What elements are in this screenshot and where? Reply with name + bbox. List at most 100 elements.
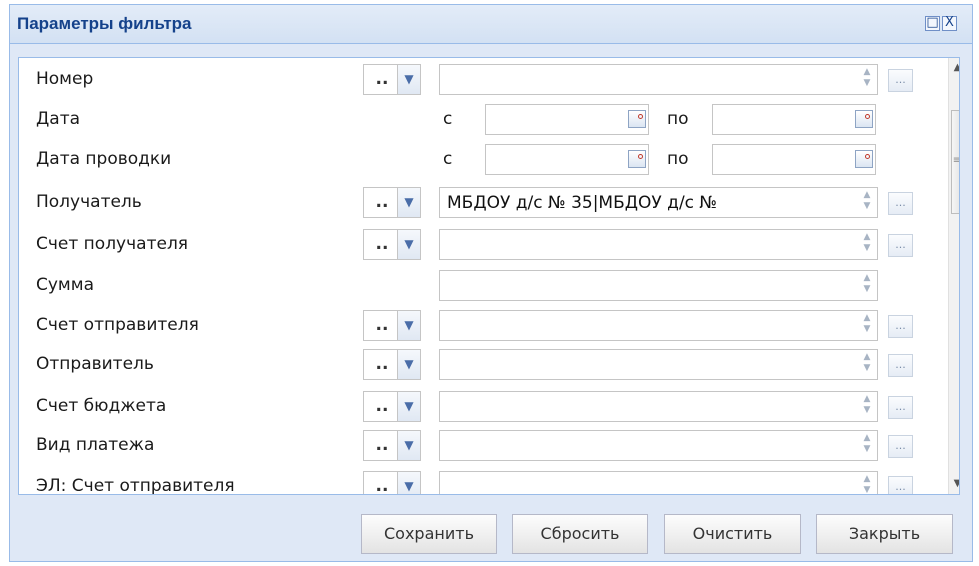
calendar-icon[interactable] (628, 150, 646, 168)
scroll-up-icon[interactable]: ▲ (949, 58, 959, 78)
spinner-down-icon[interactable]: ▼ (860, 201, 874, 212)
spinner-down-icon[interactable]: ▼ (860, 78, 874, 89)
operator-select[interactable]: .. ▼ (363, 229, 421, 260)
operator-select[interactable]: .. ▼ (363, 349, 421, 380)
chevron-down-icon[interactable]: ▼ (397, 230, 420, 259)
operator-select[interactable]: .. ▼ (363, 430, 421, 461)
calendar-icon[interactable] (628, 110, 646, 128)
field-label: Отправитель (36, 354, 154, 374)
save-button[interactable]: Сохранить (361, 514, 497, 554)
to-label: по (667, 109, 689, 129)
field-row-el-sender-account: ЭЛ: Счет отправителя .. ▼ ▲ ▼ ... (19, 468, 939, 495)
spinner-up-icon[interactable]: ▲ (860, 474, 874, 485)
spinner-down-icon[interactable]: ▼ (860, 485, 874, 494)
spinner-up-icon[interactable]: ▲ (860, 394, 874, 405)
spinner-down-icon[interactable]: ▼ (860, 405, 874, 416)
field-label: Получатель (36, 192, 142, 212)
spinner[interactable]: ▲ ▼ (860, 352, 874, 377)
field-row-sender-account: Счет отправителя .. ▼ ▲ ▼ ... (19, 307, 939, 343)
chevron-down-icon[interactable]: ▼ (397, 65, 420, 94)
spinner-up-icon[interactable]: ▲ (860, 273, 874, 284)
sender-input[interactable]: ▲ ▼ (439, 349, 878, 380)
number-input[interactable]: ▲ ▼ (439, 64, 878, 95)
scroll-down-icon[interactable]: ▼ (949, 474, 959, 494)
spinner-up-icon[interactable]: ▲ (860, 190, 874, 201)
amount-input[interactable]: ▲ ▼ (439, 270, 878, 301)
field-label: Номер (36, 69, 94, 89)
date-from-input[interactable] (485, 104, 649, 135)
spinner-up-icon[interactable]: ▲ (860, 352, 874, 363)
spinner[interactable]: ▲ ▼ (860, 313, 874, 338)
spinner-down-icon[interactable]: ▼ (860, 284, 874, 295)
field-label: Сумма (36, 275, 94, 295)
chevron-down-icon[interactable]: ▼ (397, 431, 420, 460)
vertical-scrollbar[interactable]: ▲ ≡ ▼ (948, 58, 959, 494)
to-label: по (667, 149, 689, 169)
field-label: Счет отправителя (36, 315, 199, 335)
field-row-sender: Отправитель .. ▼ ▲ ▼ ... (19, 346, 939, 382)
field-label: Вид платежа (36, 435, 155, 455)
field-label: Счет получателя (36, 234, 189, 254)
field-label: Счет бюджета (36, 396, 167, 416)
sender-account-input[interactable]: ▲ ▼ (439, 310, 878, 341)
ellipsis-button[interactable]: ... (888, 354, 913, 377)
spinner[interactable]: ▲ ▼ (860, 232, 874, 257)
ellipsis-button[interactable]: ... (888, 315, 913, 338)
maximize-icon[interactable]: □ (925, 16, 940, 31)
operator-value: .. (375, 354, 389, 374)
el-sender-account-input[interactable]: ▲ ▼ (439, 471, 878, 494)
operator-select[interactable]: .. ▼ (363, 391, 421, 422)
spinner-down-icon[interactable]: ▼ (860, 243, 874, 254)
clear-button[interactable]: Очистить (664, 514, 801, 554)
close-icon[interactable]: X (942, 16, 957, 31)
spinner[interactable]: ▲ ▼ (860, 190, 874, 215)
calendar-icon[interactable] (855, 150, 873, 168)
operator-select[interactable]: .. ▼ (363, 64, 421, 95)
reset-button[interactable]: Сбросить (512, 514, 648, 554)
chevron-down-icon[interactable]: ▼ (397, 472, 420, 494)
chevron-down-icon[interactable]: ▼ (397, 188, 420, 217)
date-to-input[interactable] (712, 104, 876, 135)
posting-date-from-input[interactable] (485, 144, 649, 175)
recipient-input[interactable]: МБДОУ д/с № 35|МБДОУ д/с № ▲ ▼ (439, 187, 878, 218)
spinner-up-icon[interactable]: ▲ (860, 67, 874, 78)
chevron-down-icon[interactable]: ▼ (397, 311, 420, 340)
ellipsis-button[interactable]: ... (888, 396, 913, 419)
filter-dialog: Параметры фильтра □ X Номер .. ▼ ▲ ▼ ...… (9, 4, 973, 562)
spinner[interactable]: ▲ ▼ (860, 474, 874, 494)
ellipsis-button[interactable]: ... (888, 435, 913, 458)
ellipsis-button[interactable]: ... (888, 69, 913, 92)
spinner-down-icon[interactable]: ▼ (860, 324, 874, 335)
spinner[interactable]: ▲ ▼ (860, 433, 874, 458)
operator-value: .. (375, 69, 389, 89)
operator-select[interactable]: .. ▼ (363, 187, 421, 218)
field-row-recipient-account: Счет получателя .. ▼ ▲ ▼ ... (19, 226, 939, 262)
recipient-account-input[interactable]: ▲ ▼ (439, 229, 878, 260)
operator-select[interactable]: .. ▼ (363, 471, 421, 494)
chevron-down-icon[interactable]: ▼ (397, 350, 420, 379)
budget-account-input[interactable]: ▲ ▼ (439, 391, 878, 422)
payment-type-input[interactable]: ▲ ▼ (439, 430, 878, 461)
ellipsis-button[interactable]: ... (888, 476, 913, 494)
spinner[interactable]: ▲ ▼ (860, 273, 874, 298)
spinner[interactable]: ▲ ▼ (860, 394, 874, 419)
operator-select[interactable]: .. ▼ (363, 310, 421, 341)
field-row-payment-type: Вид платежа .. ▼ ▲ ▼ ... (19, 427, 939, 463)
spinner-up-icon[interactable]: ▲ (860, 433, 874, 444)
spinner-down-icon[interactable]: ▼ (860, 444, 874, 455)
scroll-thumb[interactable]: ≡ (951, 110, 959, 214)
field-label: ЭЛ: Счет отправителя (36, 476, 235, 495)
posting-date-to-input[interactable] (712, 144, 876, 175)
close-button[interactable]: Закрыть (816, 514, 953, 554)
ellipsis-button[interactable]: ... (888, 234, 913, 257)
calendar-icon[interactable] (855, 110, 873, 128)
spinner-up-icon[interactable]: ▲ (860, 313, 874, 324)
spinner-up-icon[interactable]: ▲ (860, 232, 874, 243)
field-row-posting-date: Дата проводки с по (19, 141, 939, 177)
spinner-down-icon[interactable]: ▼ (860, 363, 874, 374)
ellipsis-button[interactable]: ... (888, 192, 913, 215)
filter-form: Номер .. ▼ ▲ ▼ ... Дата с по Дата провод… (18, 57, 960, 495)
field-row-number: Номер .. ▼ ▲ ▼ ... (19, 61, 939, 97)
chevron-down-icon[interactable]: ▼ (397, 392, 420, 421)
spinner[interactable]: ▲ ▼ (860, 67, 874, 92)
